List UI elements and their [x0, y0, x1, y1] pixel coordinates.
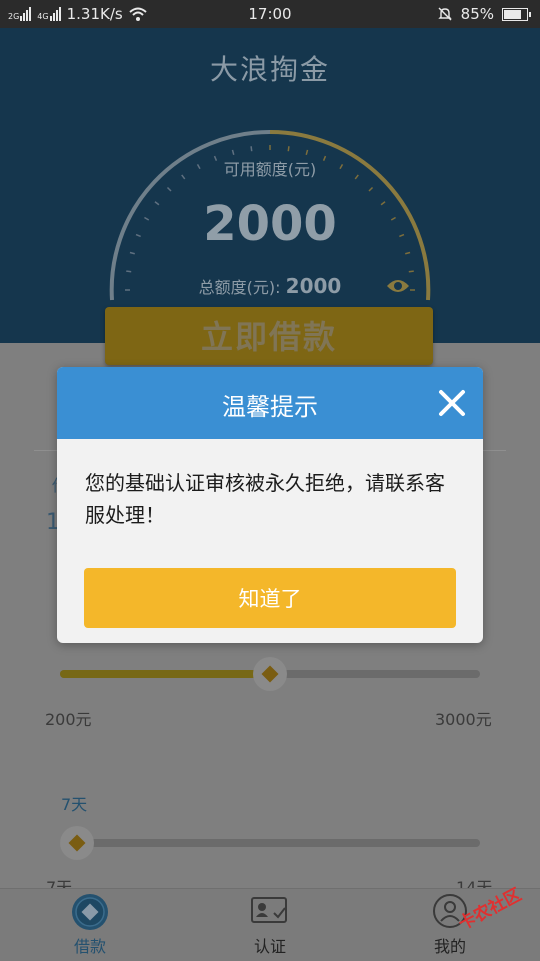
dialog-message: 您的基础认证审核被永久拒绝，请联系客服处理！	[85, 471, 445, 527]
dialog-title: 温馨提示	[222, 393, 318, 421]
got-it-button[interactable]: 知道了	[84, 568, 456, 628]
notice-dialog: 温馨提示 您的基础认证审核被永久拒绝，请联系客服处理！ 知道了	[57, 367, 483, 643]
close-icon[interactable]	[436, 387, 468, 419]
dialog-header: 温馨提示	[57, 367, 483, 439]
